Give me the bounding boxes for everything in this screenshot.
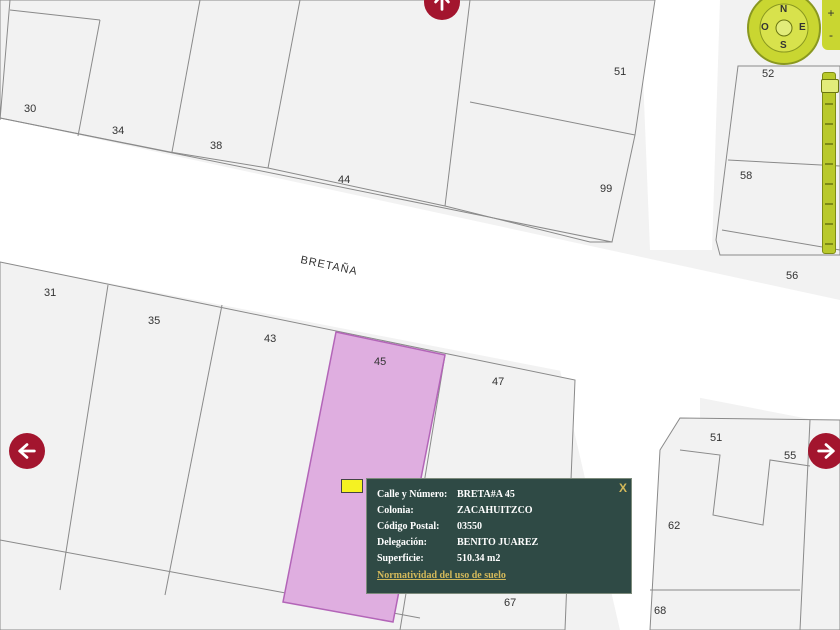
arrow-up-icon — [434, 0, 450, 11]
land-use-link[interactable]: Normatividad del uso de suelo — [377, 570, 506, 581]
zoom-buttons: + - — [822, 0, 840, 50]
lot-number: 52 — [762, 68, 775, 80]
compass-east[interactable]: E — [799, 22, 806, 33]
info-value: BRETA#A 45 — [457, 489, 515, 500]
lot-number: 44 — [338, 174, 351, 186]
arrow-left-icon — [18, 443, 36, 459]
lot-number: 56 — [786, 270, 799, 282]
info-label: Superficie: — [377, 553, 424, 564]
lot-number: 67 — [504, 597, 517, 609]
lot-number: 58 — [740, 170, 753, 182]
compass-west[interactable]: O — [761, 22, 769, 33]
map-canvas[interactable]: BRETAÑA 30 34 38 44 51 99 31 35 43 45 47… — [0, 0, 840, 630]
lot-number: 68 — [654, 605, 667, 617]
zoom-out-button[interactable]: - — [824, 28, 838, 42]
zoom-slider-handle[interactable] — [821, 79, 839, 93]
lot-number: 99 — [600, 183, 613, 195]
lot-number: 35 — [148, 315, 161, 327]
lot-number: 51 — [710, 432, 723, 444]
lot-number: 45 — [374, 356, 387, 368]
info-label: Calle y Número: — [377, 489, 448, 500]
pan-right-button[interactable] — [808, 433, 840, 469]
info-label: Código Postal: — [377, 521, 440, 532]
lot-number: 51 — [614, 66, 627, 78]
info-label: Colonia: — [377, 505, 414, 516]
lot-number: 47 — [492, 376, 505, 388]
lot-number: 38 — [210, 140, 223, 152]
compass-control[interactable]: N S E O — [746, 0, 822, 66]
compass-south[interactable]: S — [780, 40, 787, 51]
parcel-marker[interactable] — [341, 479, 363, 493]
lot-number: 31 — [44, 287, 57, 299]
lot-number: 30 — [24, 103, 37, 115]
zoom-in-button[interactable]: + — [824, 6, 838, 20]
parcel-info-popup: X Calle y Número: BRETA#A 45 Colonia: ZA… — [366, 478, 632, 594]
info-label: Delegación: — [377, 537, 427, 548]
pan-left-button[interactable] — [9, 433, 45, 469]
arrow-right-icon — [817, 443, 835, 459]
info-value: 510.34 m2 — [457, 553, 501, 564]
info-value: ZACAHUITZCO — [457, 505, 533, 516]
compass-north[interactable]: N — [780, 4, 787, 15]
lot-number: 34 — [112, 125, 125, 137]
lot-number: 62 — [668, 520, 681, 532]
lot-number: 55 — [784, 450, 797, 462]
lot-number: 43 — [264, 333, 277, 345]
info-value: 03550 — [457, 521, 482, 532]
info-value: BENITO JUAREZ — [457, 537, 539, 548]
zoom-slider[interactable] — [821, 72, 839, 254]
close-button[interactable]: X — [619, 481, 627, 495]
